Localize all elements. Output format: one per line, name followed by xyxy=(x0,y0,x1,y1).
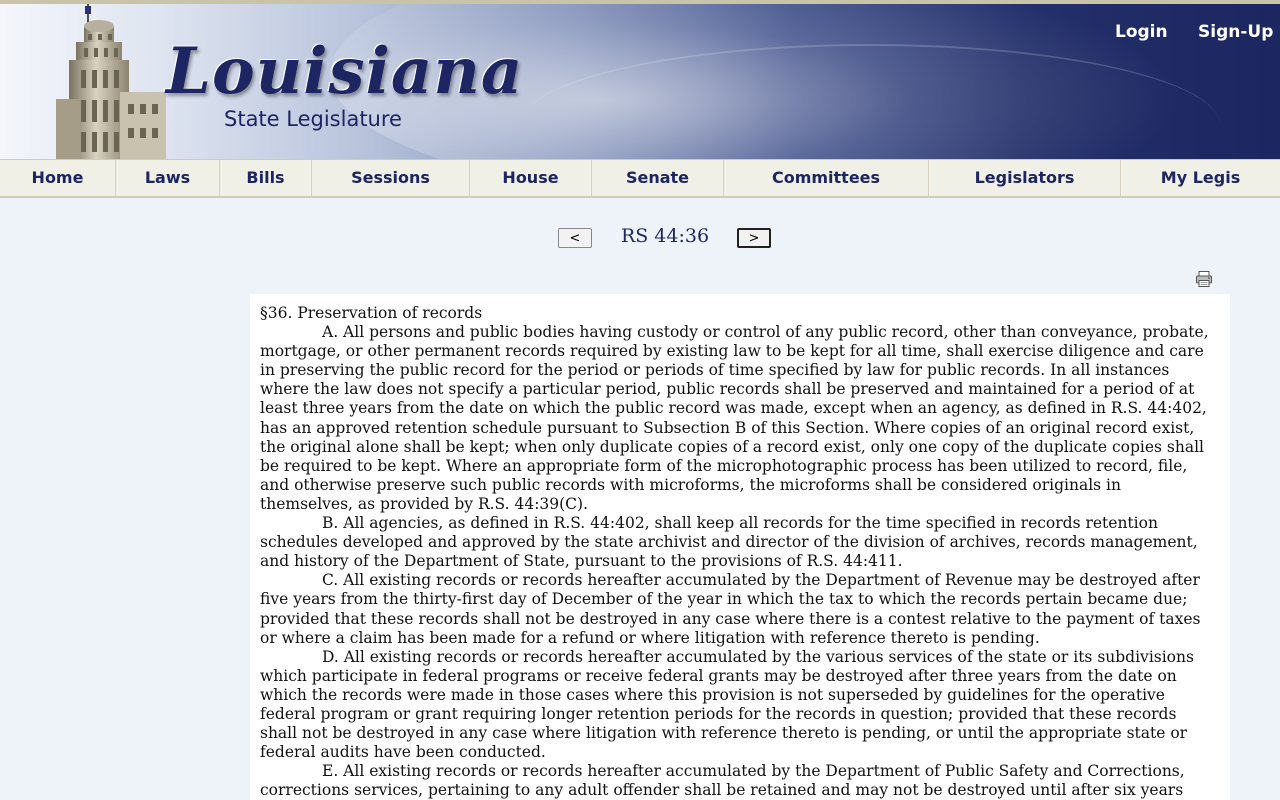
nav-item-committees[interactable]: Committees xyxy=(724,160,929,196)
law-paragraph-b: B. All agencies, as defined in R.S. 44:4… xyxy=(260,514,1198,571)
capitol-building-icon xyxy=(56,4,166,159)
main-nav: Home Laws Bills Sessions House Senate Co… xyxy=(0,159,1280,198)
print-icon[interactable] xyxy=(1195,270,1213,288)
nav-item-bills[interactable]: Bills xyxy=(220,160,312,196)
nav-item-sessions[interactable]: Sessions xyxy=(312,160,470,196)
site-header: Louisiana State Legislature Login Sign-U… xyxy=(0,4,1280,159)
nav-item-laws[interactable]: Laws xyxy=(116,160,220,196)
login-link[interactable]: Login xyxy=(1115,22,1168,42)
previous-law-button[interactable]: < xyxy=(558,228,592,248)
law-citation: RS 44:36 xyxy=(620,225,710,247)
nav-item-legislators[interactable]: Legislators xyxy=(929,160,1121,196)
law-paragraph-d: D. All existing records or records herea… xyxy=(260,647,1194,762)
nav-item-my-legis[interactable]: My Legis xyxy=(1121,160,1280,196)
law-heading: §36. Preservation of records xyxy=(260,304,483,322)
law-paragraph-e: E. All existing records or records herea… xyxy=(260,762,1185,800)
nav-item-house[interactable]: House xyxy=(470,160,592,196)
signup-link[interactable]: Sign-Up xyxy=(1198,22,1273,42)
law-paragraph-a: A. All persons and public bodies having … xyxy=(260,323,1209,513)
logo-subtitle: State Legislature xyxy=(224,107,402,131)
next-law-button[interactable]: > xyxy=(737,228,771,248)
logo-title: Louisiana xyxy=(166,34,524,109)
law-text: §36. Preservation of records A. All pers… xyxy=(250,294,1230,800)
nav-item-senate[interactable]: Senate xyxy=(592,160,724,196)
nav-item-home[interactable]: Home xyxy=(0,160,116,196)
law-paragraph-c: C. All existing records or records herea… xyxy=(260,571,1201,647)
